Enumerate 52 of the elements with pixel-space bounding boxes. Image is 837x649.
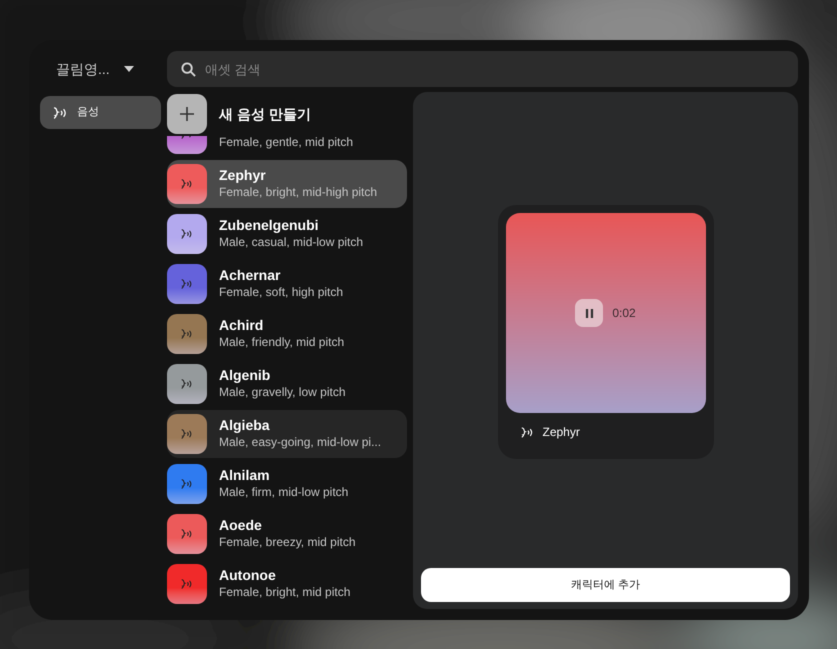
voice-icon [52,106,69,120]
voice-icon [180,478,194,490]
voice-description: Male, casual, mid-low pitch [219,234,364,251]
voice-description: Female, soft, high pitch [219,284,344,301]
voice-icon [180,528,194,540]
voice-name: Algenib [219,367,272,384]
pause-icon [584,308,594,318]
voice-icon [180,178,194,190]
search-icon [181,62,196,77]
voice-icon [180,278,194,290]
workspace-dropdown[interactable]: 끌림영... [40,51,161,87]
voice-description: Male, firm, mid-low pitch [219,484,348,501]
voice-icon [180,228,194,240]
playback-time: 0:02 [612,305,636,322]
search-field[interactable]: 애셋 검색 [167,51,798,87]
sidebar-item[interactable]: 음성 [40,96,161,129]
voice-icon [180,578,194,590]
voice-description: Female, breezy, mid pitch [219,534,356,551]
voice-icon [180,328,194,340]
voice-description: Male, gravelly, low pitch [219,384,346,401]
voice-name: Algieba [219,417,271,434]
voice-name: Zephyr [542,424,580,441]
voice-list-item[interactable]: Zephyr Female, bright, mid-high pitch [167,160,407,208]
voice-description: Male, friendly, mid pitch [219,334,344,351]
voice-icon [520,426,534,438]
voice-name: Aoede [219,517,263,534]
voice-name: Achernar [219,267,282,284]
add-to-character-button[interactable]: 캐릭터에 추가 [421,568,790,602]
voice-list-item[interactable]: Achird Male, friendly, mid pitch [167,310,407,358]
voice-list-item[interactable]: Aoede Female, breezy, mid pitch [167,510,407,558]
voice-list-item[interactable]: Achernar Female, soft, high pitch [167,260,407,308]
voice-list-item[interactable]: Algenib Male, gravelly, low pitch [167,360,407,408]
voice-list-item[interactable]: Female, gentle, mid pitch [167,136,407,158]
voice-list-item[interactable]: Autonoe Female, bright, mid pitch [167,560,407,608]
voice-name: Alnilam [219,467,271,484]
voice-name: Zephyr [219,167,267,184]
voice-icon [180,378,194,390]
voice-name: Zubenelgenubi [219,217,320,234]
voice-list-item[interactable]: Algieba Male, easy-going, mid-low pi... [167,410,407,458]
voice-list-item[interactable]: Alnilam Male, firm, mid-low pitch [167,460,407,508]
create-voice-button[interactable]: 새 음성 만들기 [167,92,407,136]
voice-name: Autonoe [219,567,277,584]
voice-description: Female, bright, mid-high pitch [219,184,378,201]
voice-description: Female, gentle, mid pitch [219,136,354,151]
voice-name: Achird [219,317,264,334]
voice-description: Female, bright, mid pitch [219,584,350,601]
caret-icon [124,66,134,72]
voice-description: Male, easy-going, mid-low pi... [219,434,382,451]
plus-icon [180,107,194,121]
pause-button[interactable] [575,299,604,327]
voice-list-item[interactable]: Zubenelgenubi Male, casual, mid-low pitch [167,210,407,258]
voice-icon [180,428,194,440]
